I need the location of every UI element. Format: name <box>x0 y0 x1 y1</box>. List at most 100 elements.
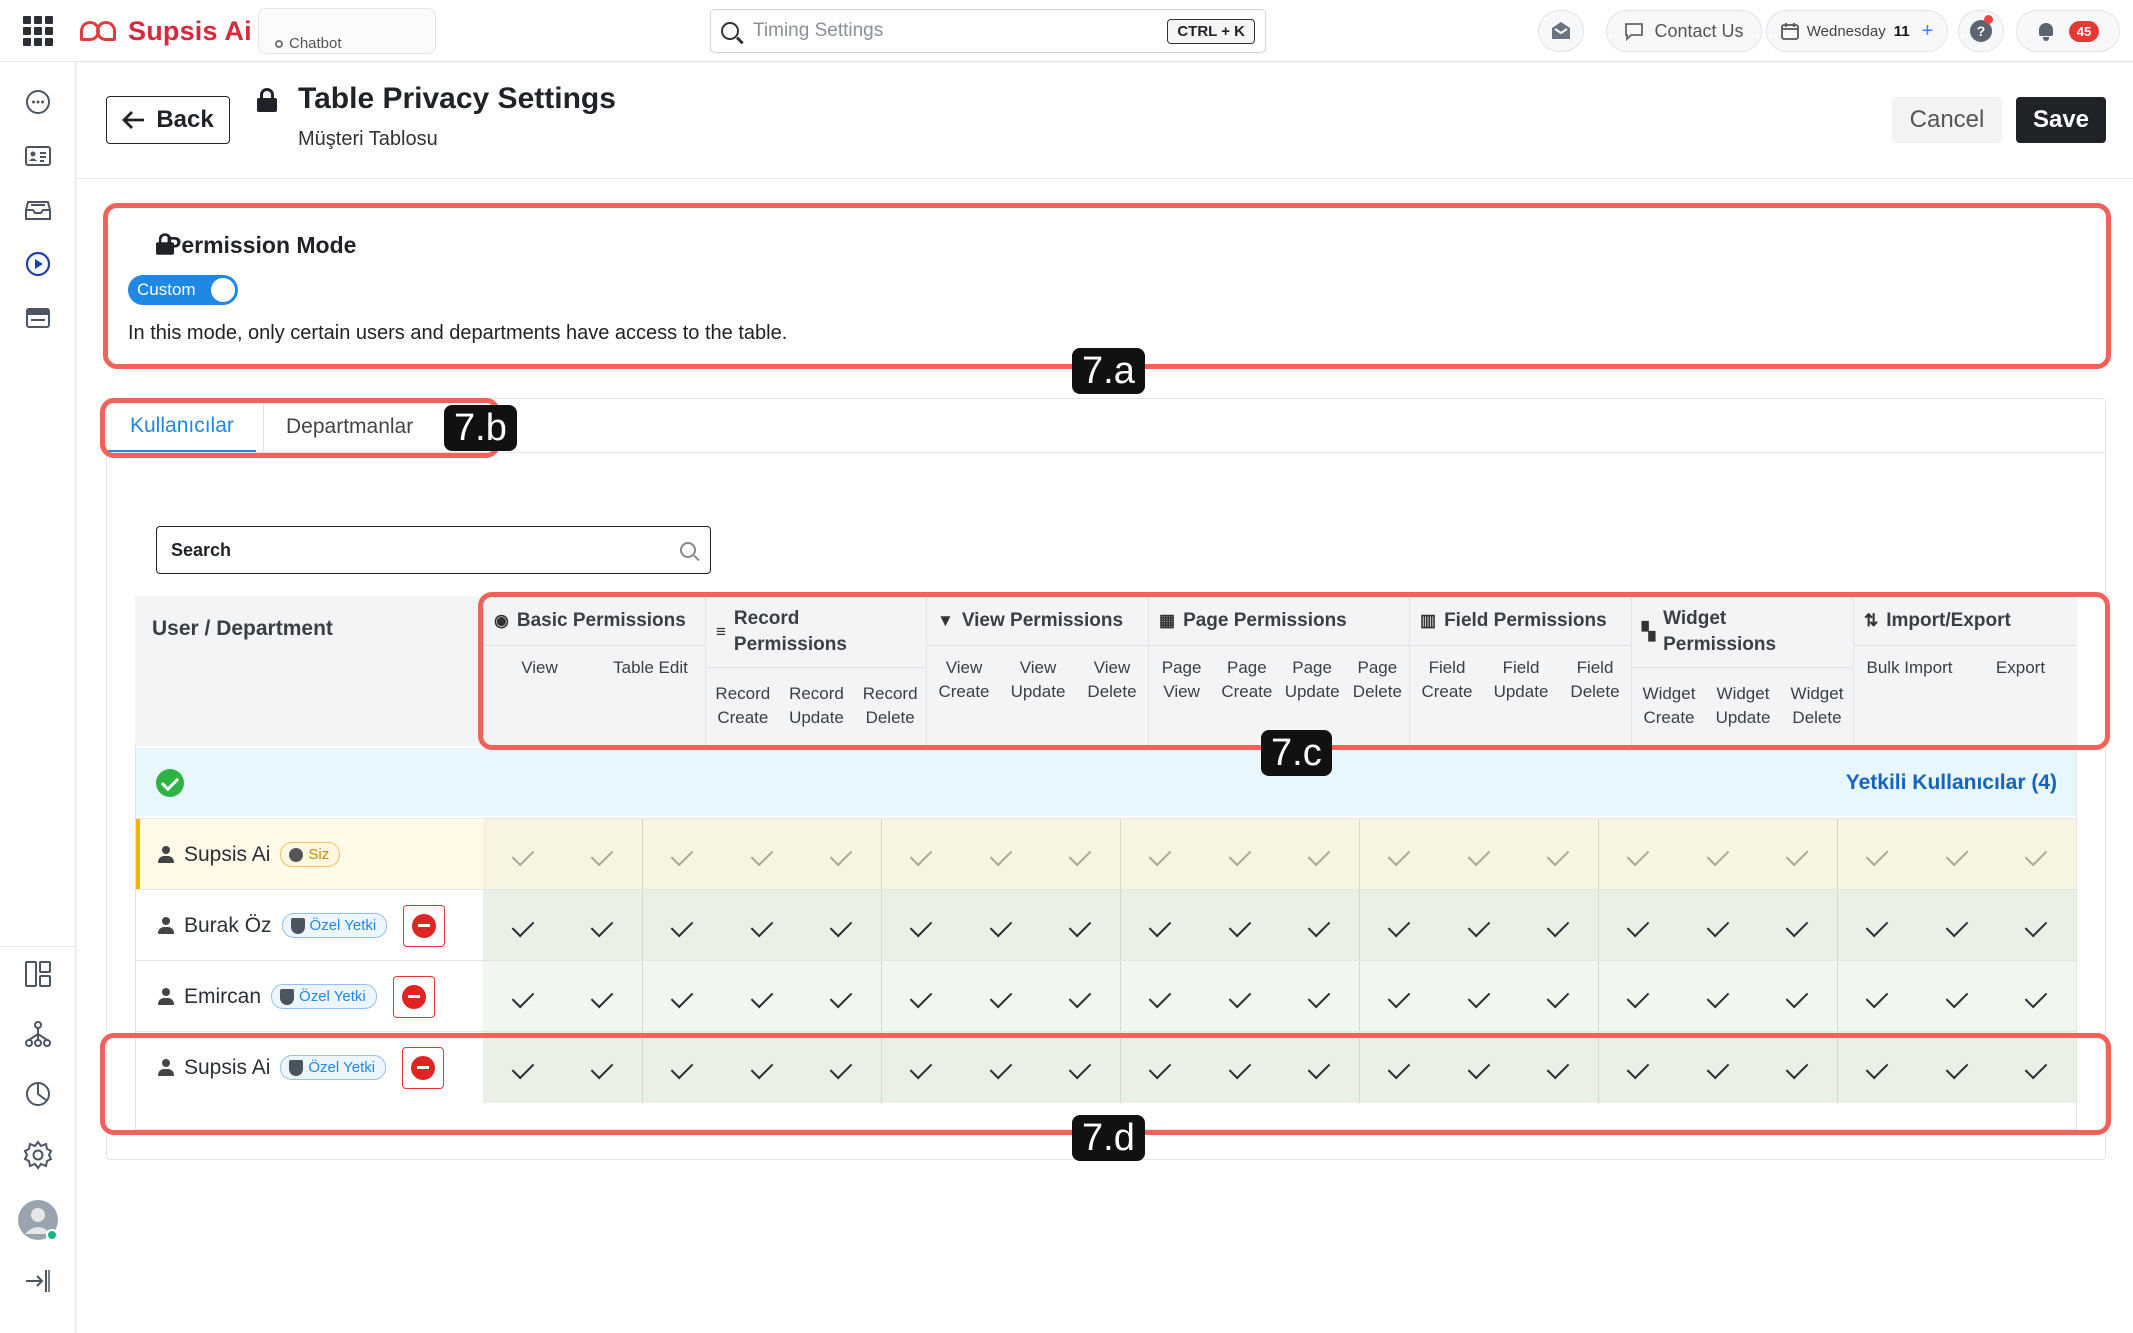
global-search[interactable]: Timing Settings CTRL + K <box>710 9 1266 53</box>
user-name: Burak Öz <box>184 913 272 937</box>
permission-check[interactable] <box>1546 985 1570 1009</box>
permission-check[interactable] <box>909 985 933 1009</box>
permission-check[interactable] <box>1706 914 1729 938</box>
permission-check[interactable] <box>1945 843 1968 867</box>
permission-check[interactable] <box>2024 985 2048 1009</box>
browser-window-icon[interactable] <box>23 303 53 333</box>
permission-check[interactable] <box>511 985 535 1009</box>
annotation-label-7c: 7.c <box>1261 730 1332 776</box>
layout-icon[interactable] <box>23 959 53 989</box>
permission-check[interactable] <box>1467 843 1490 867</box>
permission-check[interactable] <box>750 843 774 867</box>
settings-icon[interactable] <box>23 1140 53 1170</box>
contact-card-icon[interactable] <box>23 141 53 171</box>
sidebar <box>0 62 76 1333</box>
save-button[interactable]: Save <box>2016 97 2106 143</box>
brand-name: Supsis Ai <box>128 15 252 46</box>
permission-check[interactable] <box>1945 985 1968 1009</box>
logout-icon[interactable] <box>23 1266 53 1296</box>
permission-check[interactable] <box>670 843 694 867</box>
permission-check[interactable] <box>1865 985 1889 1009</box>
network-icon[interactable] <box>23 1019 53 1049</box>
permission-check[interactable] <box>511 914 535 938</box>
permission-check[interactable] <box>1228 985 1251 1009</box>
permission-check[interactable] <box>1865 914 1889 938</box>
avatar[interactable] <box>18 1200 58 1240</box>
back-button[interactable]: Back <box>106 96 230 144</box>
contact-us-button[interactable]: Contact Us <box>1606 10 1762 52</box>
permission-check[interactable] <box>1069 843 1092 867</box>
permission-check[interactable] <box>830 843 853 867</box>
chat-bubble-icon[interactable] <box>23 87 53 117</box>
permission-check[interactable] <box>909 843 933 867</box>
permission-check[interactable] <box>1626 914 1650 938</box>
chatbot-tab[interactable]: Chatbot <box>258 8 436 54</box>
permission-check[interactable] <box>1785 985 1809 1009</box>
permission-check[interactable] <box>1228 843 1251 867</box>
permission-check[interactable] <box>989 914 1013 938</box>
permission-check[interactable] <box>750 985 774 1009</box>
cancel-button[interactable]: Cancel <box>1892 97 2002 143</box>
play-circle-icon[interactable] <box>23 249 53 279</box>
permission-check[interactable] <box>670 914 694 938</box>
permission-check[interactable] <box>2024 914 2048 938</box>
permission-check[interactable] <box>1785 843 1809 867</box>
mail-button[interactable] <box>1538 10 1584 52</box>
inbox-icon[interactable] <box>23 195 53 225</box>
permission-check[interactable] <box>830 914 853 938</box>
permission-check[interactable] <box>989 843 1013 867</box>
permission-check[interactable] <box>1069 985 1092 1009</box>
remove-user-button[interactable] <box>392 975 435 1018</box>
permission-check[interactable] <box>1626 985 1650 1009</box>
permission-check[interactable] <box>2024 843 2048 867</box>
apps-grid-icon[interactable] <box>22 15 54 47</box>
remove-user-button[interactable] <box>403 904 446 947</box>
permission-check[interactable] <box>1546 914 1570 938</box>
permission-check[interactable] <box>1945 914 1968 938</box>
permission-check[interactable] <box>1387 843 1411 867</box>
permission-check[interactable] <box>1785 914 1809 938</box>
user-search-input[interactable]: Search <box>156 526 711 574</box>
permission-check[interactable] <box>1467 985 1490 1009</box>
permission-check[interactable] <box>1706 843 1729 867</box>
permission-check[interactable] <box>1626 843 1650 867</box>
brand-logo[interactable]: Supsis Ai <box>80 14 252 48</box>
permission-check[interactable] <box>1546 843 1570 867</box>
permission-check[interactable] <box>1706 985 1729 1009</box>
permission-check[interactable] <box>1069 914 1092 938</box>
date-button[interactable]: Wednesday 11 + <box>1766 10 1948 52</box>
permission-check[interactable] <box>1307 914 1331 938</box>
permission-check[interactable] <box>591 985 614 1009</box>
permission-check[interactable] <box>591 843 614 867</box>
group-divider <box>1598 890 1600 961</box>
authorized-users-count[interactable]: Yetkili Kullanıcılar (4) <box>1846 771 2057 795</box>
help-button[interactable]: ? <box>1958 10 2004 52</box>
notifications-button[interactable]: 45 <box>2016 10 2120 52</box>
permission-check[interactable] <box>1228 914 1251 938</box>
permission-check[interactable] <box>1148 843 1172 867</box>
permission-check[interactable] <box>1148 985 1172 1009</box>
header-divider <box>77 178 2133 179</box>
notification-count: 45 <box>2068 20 2100 42</box>
annotation-label-7b: 7.b <box>444 405 517 451</box>
page-title: Table Privacy Settings <box>298 82 616 115</box>
permission-check[interactable] <box>1467 914 1490 938</box>
user-badge-label: Özel Yetki <box>309 917 377 934</box>
permission-check[interactable] <box>511 843 535 867</box>
permission-check[interactable] <box>1307 843 1331 867</box>
add-event-icon[interactable]: + <box>1922 20 1934 43</box>
annotation-label-7d: 7.d <box>1072 1115 1145 1161</box>
permission-check[interactable] <box>909 914 933 938</box>
permission-check[interactable] <box>989 985 1013 1009</box>
permission-check[interactable] <box>1387 985 1411 1009</box>
permission-check[interactable] <box>591 914 614 938</box>
permission-check[interactable] <box>830 985 853 1009</box>
clock-chart-icon[interactable] <box>23 1079 53 1109</box>
permission-check[interactable] <box>1387 914 1411 938</box>
permission-check[interactable] <box>670 985 694 1009</box>
permission-check[interactable] <box>1865 843 1889 867</box>
permission-check[interactable] <box>750 914 774 938</box>
permission-check[interactable] <box>1148 914 1172 938</box>
group-divider <box>881 890 883 961</box>
permission-check[interactable] <box>1307 985 1331 1009</box>
